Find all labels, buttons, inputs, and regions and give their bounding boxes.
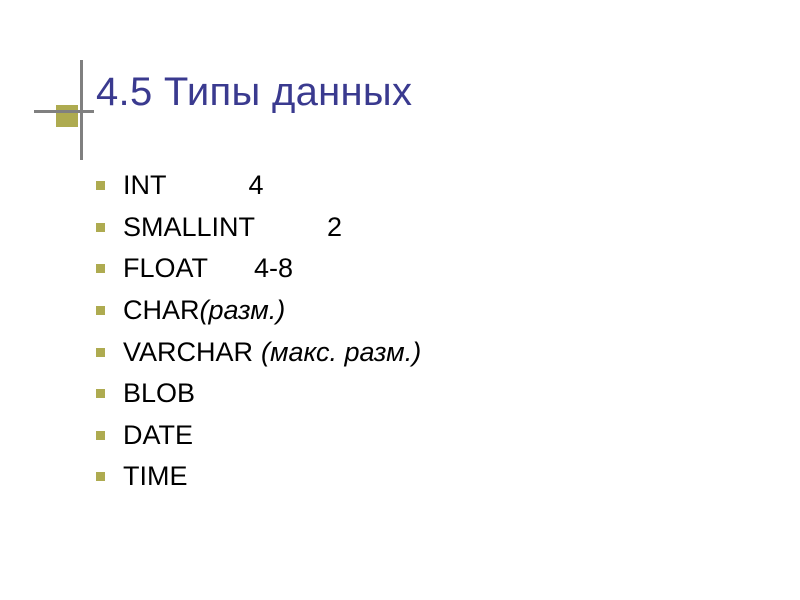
bullet-icon <box>96 306 105 315</box>
slide-decoration <box>34 60 94 160</box>
data-type-value: 2 <box>327 212 342 242</box>
bullet-icon <box>96 431 105 440</box>
list-item: INT 4 <box>96 168 421 204</box>
bullet-icon <box>96 223 105 232</box>
list-item-text: FLOAT 4-8 <box>123 251 293 287</box>
list-item: VARCHAR (макс. разм.) <box>96 335 421 371</box>
list-item: FLOAT 4-8 <box>96 251 421 287</box>
list-item-text: INT 4 <box>123 168 264 204</box>
bullet-icon <box>96 181 105 190</box>
bullet-icon <box>96 264 105 273</box>
list-item-text: SMALLINT 2 <box>123 210 342 246</box>
data-type-name: INT <box>123 170 167 200</box>
list-item-text: CHAR(разм.) <box>123 293 285 329</box>
data-type-name: TIME <box>123 461 188 491</box>
data-type-name: SMALLINT <box>123 212 255 242</box>
bullet-icon <box>96 472 105 481</box>
list-item: TIME <box>96 459 421 495</box>
list-item-text: DATE <box>123 418 193 454</box>
list-item: SMALLINT 2 <box>96 210 421 246</box>
bullet-icon <box>96 389 105 398</box>
list-item: CHAR(разм.) <box>96 293 421 329</box>
decoration-square <box>56 105 78 127</box>
list-item-text: BLOB <box>123 376 195 412</box>
slide-title: 4.5 Типы данных <box>96 70 412 115</box>
data-type-name: CHAR <box>123 295 200 325</box>
list-item: DATE <box>96 418 421 454</box>
data-type-value: 4 <box>249 170 264 200</box>
data-type-value: (макс. разм.) <box>261 337 421 367</box>
data-type-value: (разм.) <box>200 295 286 325</box>
list-item-text: TIME <box>123 459 188 495</box>
list-item: BLOB <box>96 376 421 412</box>
data-type-name: DATE <box>123 420 193 450</box>
list-item-text: VARCHAR (макс. разм.) <box>123 335 421 371</box>
decoration-vertical-line <box>80 60 83 160</box>
data-type-value: 4-8 <box>254 253 293 283</box>
bullet-icon <box>96 348 105 357</box>
bullet-list: INT 4 SMALLINT 2 FLOAT 4-8 CHAR(разм.) VARC… <box>96 168 421 501</box>
data-type-name: BLOB <box>123 378 195 408</box>
data-type-name: VARCHAR <box>123 337 253 367</box>
decoration-horizontal-line <box>34 110 94 113</box>
data-type-name: FLOAT <box>123 253 208 283</box>
